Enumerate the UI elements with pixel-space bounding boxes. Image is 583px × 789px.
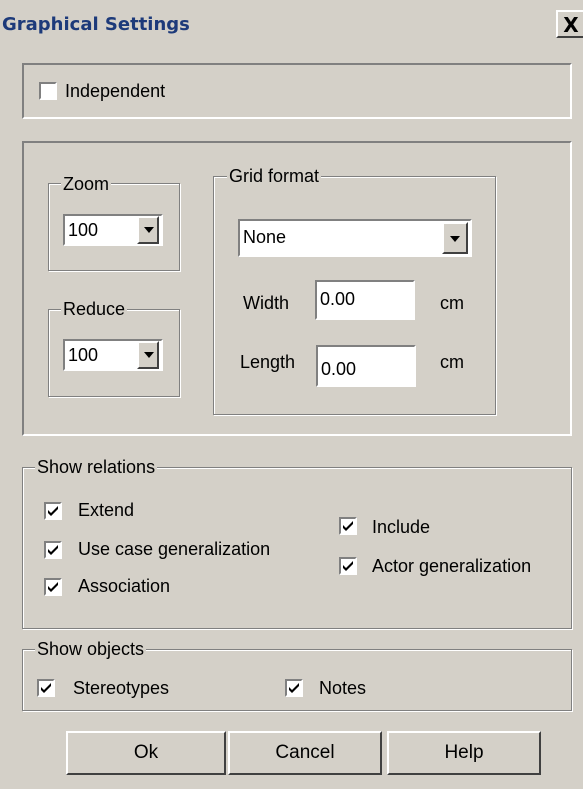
association-label: Association [78, 576, 171, 596]
extend-checkbox[interactable] [44, 502, 62, 520]
width-unit: cm [440, 293, 464, 313]
grid-format-legend: Grid format [227, 165, 322, 187]
checkmark-icon [289, 683, 299, 693]
width-input[interactable]: 0.00 [315, 280, 415, 320]
width-label: Width [243, 293, 290, 313]
chevron-down-icon [450, 236, 460, 242]
ok-button[interactable]: Ok [66, 731, 226, 775]
independent-checkbox[interactable] [39, 82, 57, 100]
association-checkbox[interactable] [44, 578, 62, 596]
grid-format-value: None [243, 227, 287, 247]
notes-checkbox[interactable] [285, 679, 303, 697]
use-case-generalization-checkbox[interactable] [44, 541, 62, 559]
cancel-button[interactable]: Cancel [228, 731, 382, 775]
checkmark-icon [48, 545, 58, 555]
include-checkbox[interactable] [339, 517, 357, 535]
use-case-generalization-label: Use case generalization [78, 539, 271, 559]
close-button[interactable]: X [556, 10, 583, 38]
checkmark-icon [343, 521, 353, 531]
checkmark-icon [48, 582, 58, 592]
zoom-value: 100 [68, 220, 99, 240]
help-button[interactable]: Help [387, 731, 541, 775]
reduce-legend: Reduce [61, 298, 128, 320]
independent-label: Independent [65, 81, 166, 101]
show-relations-legend: Show relations [35, 456, 158, 478]
zoom-dropdown-button[interactable] [137, 216, 159, 244]
length-input[interactable]: 0.00 [316, 345, 416, 387]
show-objects-legend: Show objects [35, 638, 147, 660]
length-label: Length [240, 352, 296, 372]
actor-generalization-checkbox[interactable] [339, 557, 357, 575]
zoom-legend: Zoom [61, 173, 112, 195]
include-label: Include [372, 517, 431, 537]
chevron-down-icon [144, 227, 154, 233]
actor-generalization-label: Actor generalization [372, 556, 532, 576]
extend-label: Extend [78, 500, 135, 520]
close-icon: X [563, 13, 579, 37]
checkmark-icon [48, 506, 58, 516]
reduce-value: 100 [68, 345, 99, 365]
chevron-down-icon [144, 352, 154, 358]
grid-format-select[interactable]: None [238, 219, 472, 257]
reduce-dropdown-button[interactable] [137, 341, 159, 369]
stereotypes-checkbox[interactable] [37, 679, 55, 697]
checkmark-icon [41, 683, 51, 693]
length-unit: cm [440, 352, 464, 372]
checkmark-icon [343, 561, 353, 571]
window-title: Graphical Settings [2, 14, 190, 35]
grid-format-dropdown-button[interactable] [442, 222, 468, 254]
stereotypes-label: Stereotypes [73, 678, 170, 698]
notes-label: Notes [319, 678, 367, 698]
